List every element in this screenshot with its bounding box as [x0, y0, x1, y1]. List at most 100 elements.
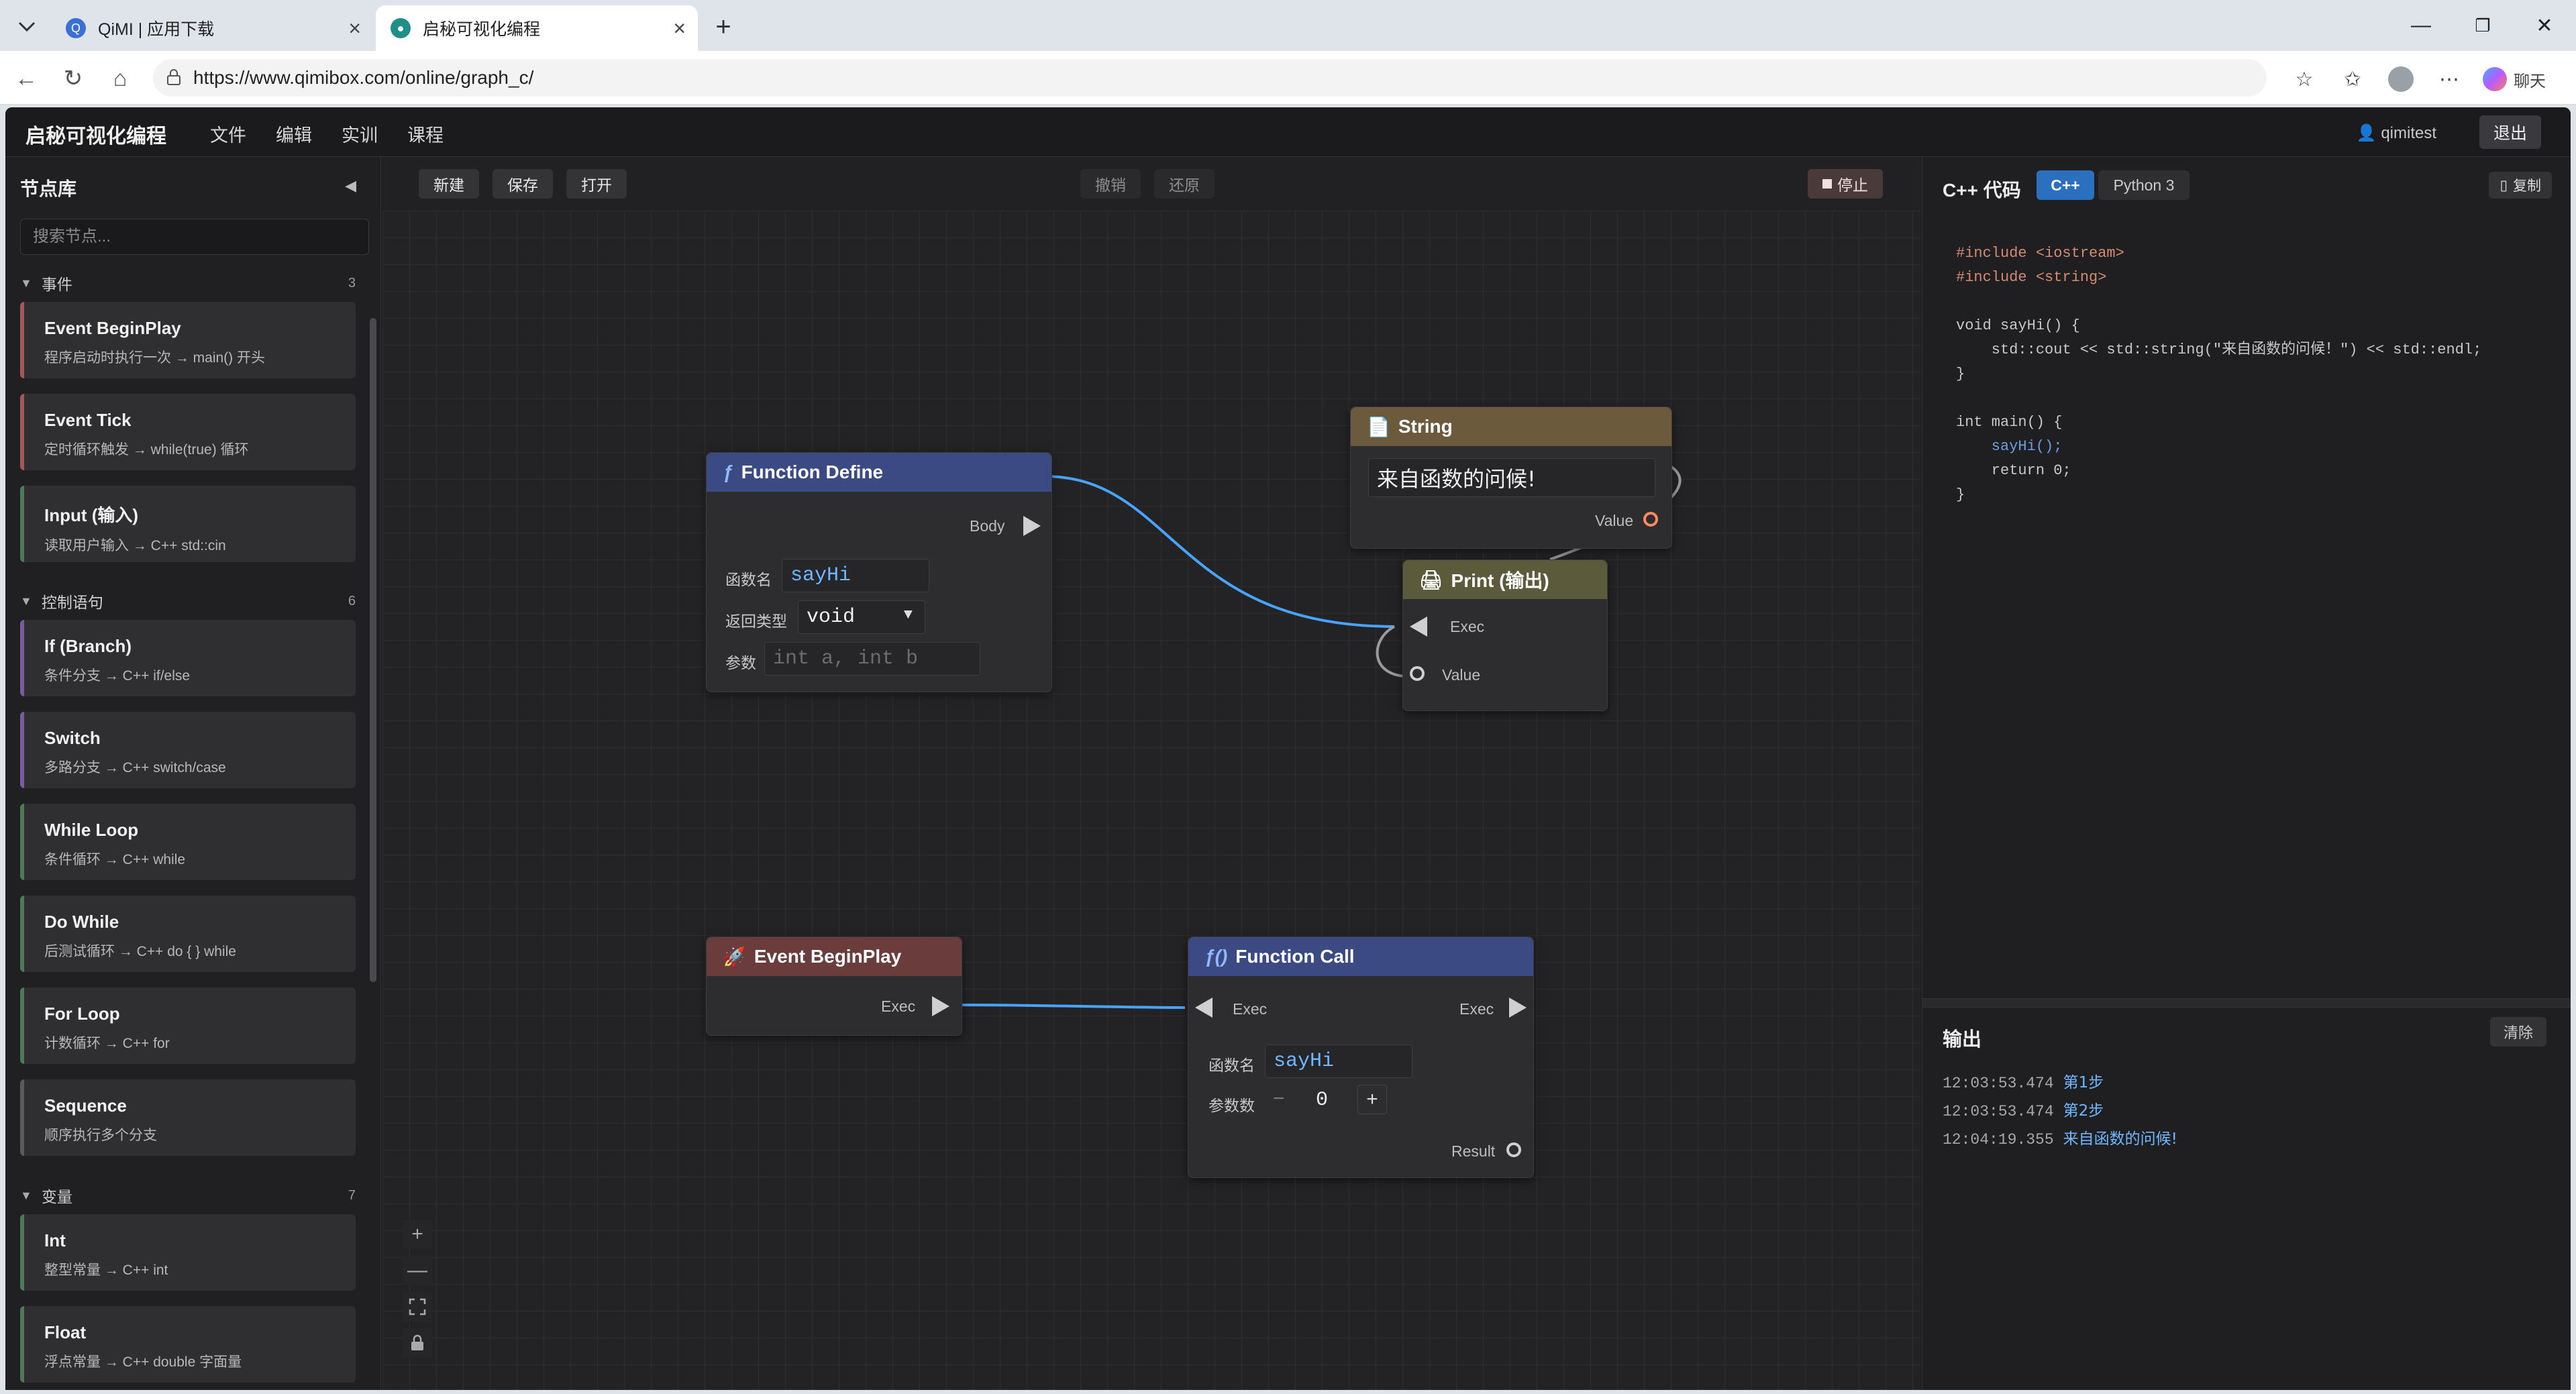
library-node-float[interactable]: Float 浮点常量 → C++ double 字面量 — [20, 1306, 356, 1383]
exec-out-pin[interactable] — [1023, 516, 1041, 536]
tab-list-button[interactable] — [9, 9, 44, 44]
value-in-pin[interactable] — [1410, 666, 1425, 681]
library-node-int[interactable]: Int 整型常量 → C++ int — [20, 1214, 356, 1291]
library-node-event-tick[interactable]: Event Tick 定时循环触发 → while(true) 循环 — [20, 394, 356, 470]
url-bar[interactable]: https://www.qimibox.com/online/graph_c/ — [153, 59, 2267, 97]
favorites-icon[interactable]: ✩ — [2336, 63, 2369, 95]
log-line: 12:03:53.474 第1步 — [1943, 1074, 2104, 1092]
profile-avatar[interactable] — [2385, 63, 2417, 95]
menu-edit[interactable]: 编辑 — [276, 121, 312, 147]
node-title: Print (输出) — [1451, 570, 1549, 591]
value-out-pin[interactable] — [1643, 512, 1658, 527]
home-button[interactable]: ⌂ — [103, 62, 137, 95]
sidebar-title: 节点库 — [20, 178, 77, 199]
log-line: 12:04:19.355 来自函数的问候! — [1943, 1130, 2177, 1148]
function-name-field[interactable]: sayHi — [1265, 1044, 1412, 1078]
result-pin-label: Result — [1451, 1142, 1496, 1160]
node-print[interactable]: 🖨 Print (输出) Exec Value — [1402, 559, 1608, 711]
close-icon[interactable]: × — [348, 16, 361, 41]
menu-file[interactable]: 文件 — [210, 121, 246, 147]
code-line: #include <iostream> — [1956, 245, 2124, 262]
tab-qimi-download[interactable]: Q QiMI | 应用下载 × — [51, 5, 373, 51]
node-header[interactable]: 🖨 Print (输出) — [1403, 560, 1607, 599]
result-out-pin[interactable] — [1506, 1142, 1521, 1157]
node-header[interactable]: ƒ() Function Call — [1188, 937, 1533, 976]
library-node-switch[interactable]: Switch 多路分支 → C++ switch/case — [20, 712, 356, 788]
node-search-input[interactable] — [20, 219, 369, 255]
user-info: 👤 qimitest — [2357, 123, 2436, 143]
clear-output-button[interactable]: 清除 — [2489, 1017, 2546, 1047]
graph-canvas[interactable]: 新建 保存 打开 撤销 还原 停止 ƒ Function Define Body… — [382, 157, 1920, 1390]
node-string[interactable]: 📄 String 来自函数的问候! Value — [1350, 407, 1672, 549]
more-menu-icon[interactable]: ⋯ — [2433, 63, 2465, 95]
close-icon[interactable]: × — [673, 16, 686, 41]
back-button[interactable]: ← — [9, 62, 43, 95]
node-header[interactable]: ƒ Function Define — [707, 453, 1051, 492]
reload-button[interactable]: ↻ — [56, 62, 90, 95]
fit-view-icon[interactable] — [403, 1292, 432, 1322]
node-function-define[interactable]: ƒ Function Define Body 函数名 sayHi 返回类型 vo… — [706, 452, 1052, 692]
logout-button[interactable]: 退出 — [2479, 115, 2541, 149]
code-line: sayHi(); — [1956, 438, 2063, 455]
username: qimitest — [2381, 124, 2436, 142]
return-type-label: 返回类型 — [725, 612, 787, 630]
tab-bar: Q QiMI | 应用下载 × ● 启秘可视化编程 × + — ❐ ✕ — [0, 0, 2576, 51]
chevron-down-icon — [18, 21, 36, 32]
library-node-input[interactable]: Input (输入) 读取用户输入 → C++ std::cin — [20, 486, 356, 562]
category-control[interactable]: ▼ 控制语句 6 — [20, 588, 356, 614]
code-line: std::cout << std::string("来自函数的问候！") << … — [1956, 341, 2482, 358]
window-close-button[interactable]: ✕ — [2518, 7, 2571, 44]
library-node-event-beginplay[interactable]: Event BeginPlay 程序启动时执行一次 → main() 开头 — [20, 302, 356, 378]
exec-out-pin[interactable] — [932, 996, 949, 1016]
node-function-call[interactable]: ƒ() Function Call Exec Exec 函数名 sayHi 参数… — [1188, 936, 1534, 1178]
return-type-select[interactable]: void ▼ — [798, 600, 925, 634]
params-field[interactable]: int a, int b — [764, 642, 980, 676]
panel-resize-handle[interactable] — [1922, 998, 2571, 1008]
lock-icon — [167, 69, 181, 85]
library-node-sequence[interactable]: Sequence 顺序执行多个分支 — [20, 1079, 356, 1156]
node-header[interactable]: 🚀 Event BeginPlay — [707, 937, 962, 976]
tab-visual-programming[interactable]: ● 启秘可视化编程 × — [376, 5, 698, 51]
string-value-field[interactable]: 来自函数的问候! — [1368, 458, 1655, 497]
menu-course[interactable]: 课程 — [407, 121, 444, 147]
function-name-label: 函数名 — [725, 571, 772, 588]
decrement-button[interactable]: − — [1273, 1087, 1285, 1110]
increment-button[interactable]: + — [1357, 1085, 1387, 1114]
category-variables[interactable]: ▼ 变量 7 — [20, 1182, 356, 1209]
exec-in-pin[interactable] — [1410, 616, 1427, 637]
restore-button[interactable]: ❐ — [2456, 7, 2510, 44]
minimize-button[interactable]: — — [2394, 7, 2448, 44]
value-pin-label: Value — [1442, 666, 1481, 684]
lock-icon[interactable] — [403, 1328, 432, 1358]
node-title: Function Define — [741, 462, 884, 482]
lang-python-tab[interactable]: Python 3 — [2098, 170, 2189, 200]
lang-cpp-tab[interactable]: C++ — [2037, 170, 2094, 200]
zoom-out-button[interactable]: — — [403, 1256, 432, 1285]
tab-title: 启秘可视化编程 — [423, 20, 541, 39]
chevron-down-icon: ▼ — [20, 594, 32, 608]
new-tab-button[interactable]: + — [706, 9, 741, 44]
collapse-sidebar-icon[interactable]: ◀ — [345, 177, 356, 195]
node-event-beginplay[interactable]: 🚀 Event BeginPlay Exec — [706, 936, 962, 1036]
body-pin-label: Body — [970, 517, 1005, 535]
node-header[interactable]: 📄 String — [1351, 407, 1671, 446]
copy-code-button[interactable]: ▯ 复制 — [2489, 172, 2552, 199]
zoom-in-button[interactable]: + — [403, 1220, 432, 1249]
params-label: 参数 — [725, 654, 756, 672]
exec-pin-label: Exec — [1450, 618, 1485, 635]
copilot-chat-button[interactable]: 聊天 — [2483, 63, 2563, 95]
library-node-if[interactable]: If (Branch) 条件分支 → C++ if/else — [20, 620, 356, 696]
library-node-while[interactable]: While Loop 条件循环 → C++ while — [20, 804, 356, 880]
value-pin-label: Value — [1595, 512, 1634, 529]
exec-out-pin[interactable] — [1509, 998, 1527, 1018]
function-name-field[interactable]: sayHi — [782, 559, 929, 592]
sidebar-scrollbar[interactable] — [370, 318, 376, 982]
library-node-for[interactable]: For Loop 计数循环 → C++ for — [20, 987, 356, 1064]
chevron-down-icon: ▼ — [20, 1188, 32, 1202]
category-events[interactable]: ▼ 事件 3 — [20, 270, 356, 297]
favorite-star-icon[interactable]: ☆ — [2288, 63, 2320, 95]
exec-in-pin[interactable] — [1195, 998, 1213, 1018]
menu-training[interactable]: 实训 — [342, 121, 378, 147]
library-node-do-while[interactable]: Do While 后测试循环 → C++ do { } while — [20, 896, 356, 972]
